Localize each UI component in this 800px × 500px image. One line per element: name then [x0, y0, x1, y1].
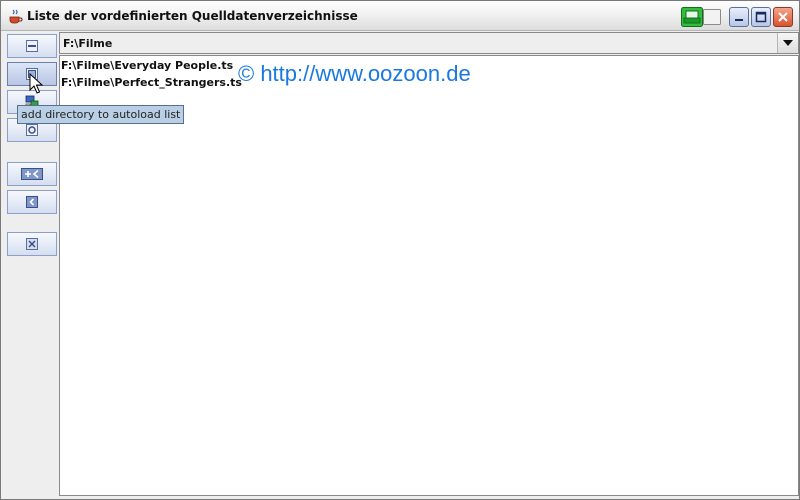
java-cup-icon: [9, 9, 23, 24]
tray-printer-icon[interactable]: [681, 7, 723, 27]
add-all-left-button[interactable]: [7, 162, 57, 186]
move-left-icon: [26, 196, 38, 208]
maximize-icon: [755, 11, 767, 23]
tooltip: add directory to autoload list: [17, 105, 185, 124]
chevron-down-icon: [783, 40, 793, 46]
directory-combo-box[interactable]: F:\Filme: [59, 32, 799, 54]
combo-dropdown-button[interactable]: [777, 33, 798, 53]
window-title: Liste der vordefinierten Quelldatenverze…: [27, 9, 358, 23]
remove-button[interactable]: [7, 34, 57, 58]
combo-selected-value: F:\Filme: [63, 37, 113, 50]
add-all-left-icon: [21, 168, 43, 180]
delete-button[interactable]: [7, 232, 57, 256]
minimize-button[interactable]: [729, 7, 749, 27]
sidebar-toolbar: [5, 32, 59, 497]
main-window: Liste der vordefinierten Quelldatenverze…: [0, 0, 800, 500]
close-icon: [778, 12, 788, 22]
remove-icon: [26, 40, 38, 52]
delete-icon: [26, 238, 38, 250]
settings-icon: [26, 124, 38, 136]
move-left-button[interactable]: [7, 190, 57, 214]
list-item[interactable]: F:\Filme\Everyday People.ts: [61, 59, 233, 72]
minimize-icon: [735, 19, 743, 21]
list-item[interactable]: F:\Filme\Perfect_Strangers.ts: [61, 76, 242, 89]
maximize-button[interactable]: [751, 7, 771, 27]
mouse-cursor-icon: [29, 73, 43, 94]
watermark-text: © http://www.oozoon.de: [238, 61, 471, 86]
title-bar[interactable]: Liste der vordefinierten Quelldatenverze…: [1, 1, 799, 31]
close-button[interactable]: [773, 7, 793, 27]
